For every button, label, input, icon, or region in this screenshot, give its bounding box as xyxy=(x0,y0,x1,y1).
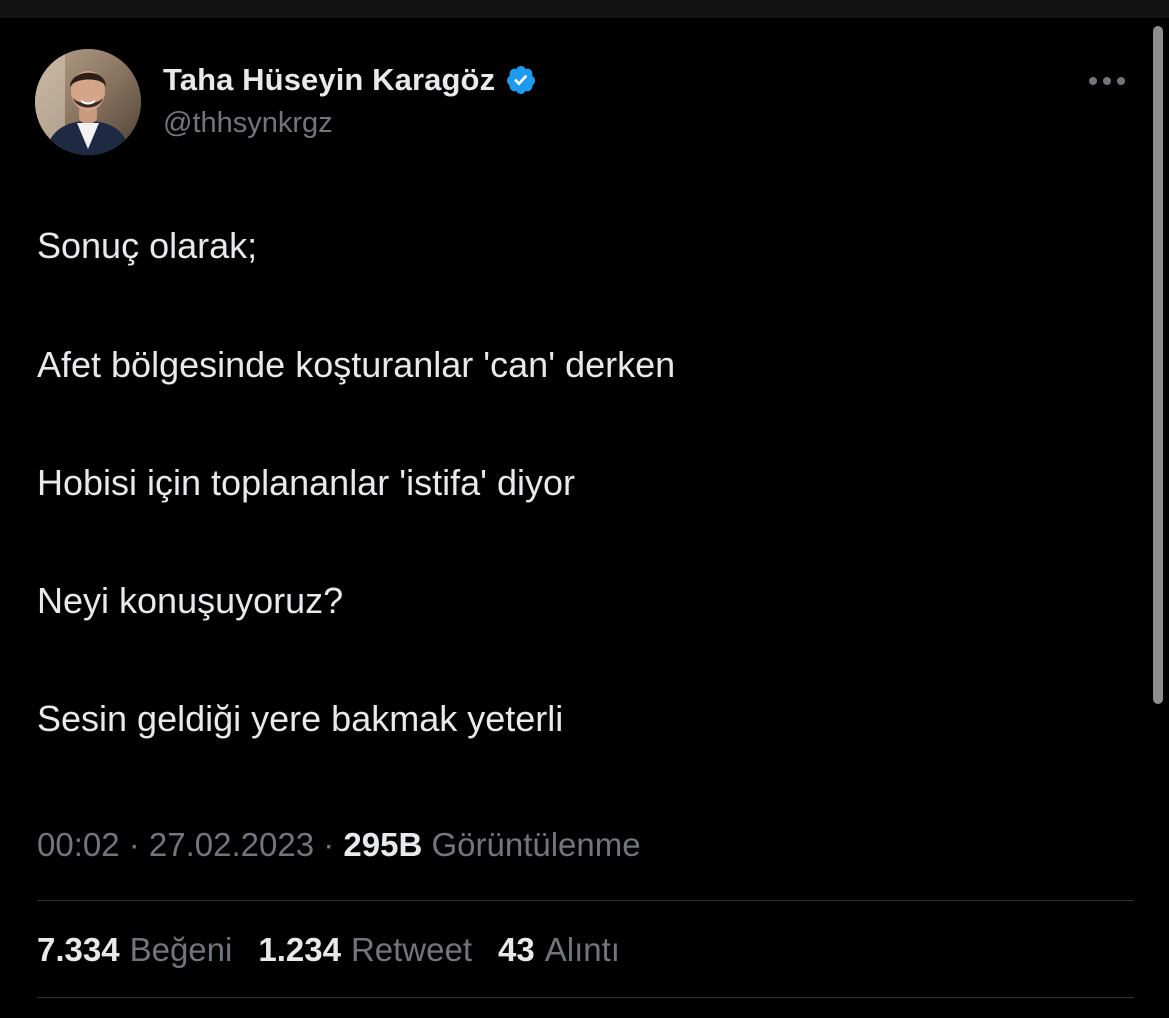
author-name-row: Taha Hüseyin Karagöz xyxy=(163,58,537,102)
likes-stat[interactable]: 7.334 Beğeni xyxy=(37,931,232,969)
likes-label: Beğeni xyxy=(129,931,233,968)
profile-photo-icon xyxy=(35,49,141,155)
tweet-text-line: Neyi konuşuyoruz? xyxy=(37,580,344,621)
meta-separator: · xyxy=(119,826,149,863)
scrollbar[interactable] xyxy=(1153,26,1163,704)
retweets-label: Retweet xyxy=(350,931,473,968)
views-label: Görüntülenme xyxy=(431,826,641,863)
meta-separator: · xyxy=(314,826,344,863)
retweets-count: 1.234 xyxy=(258,931,341,968)
tweet-text-line: Afet bölgesinde koşturanlar 'can' derken xyxy=(37,344,676,385)
tweet-text-line: Hobisi için toplananlar 'istifa' diyor xyxy=(37,462,575,503)
divider xyxy=(37,997,1134,998)
tweet-text-line: Sesin geldiği yere bakmak yeterli xyxy=(37,698,564,739)
tweet-text-line: Sonuç olarak; xyxy=(37,225,258,266)
views-count: 295B xyxy=(343,826,423,863)
author-avatar[interactable] xyxy=(35,49,141,155)
retweets-stat[interactable]: 1.234 Retweet xyxy=(258,931,472,969)
author-handle[interactable]: @thhsynkrgz xyxy=(163,107,333,140)
more-options-icon[interactable] xyxy=(1082,66,1132,96)
more-dot xyxy=(1089,77,1097,85)
author-display-name[interactable]: Taha Hüseyin Karagöz xyxy=(163,62,495,98)
quotes-count: 43 xyxy=(498,931,535,968)
likes-count: 7.334 xyxy=(37,931,120,968)
tweet-time[interactable]: 00:02 xyxy=(37,826,120,863)
tweet-detail: Taha Hüseyin Karagöz @thhsynkrgz Sonuç o… xyxy=(0,0,1150,1018)
divider xyxy=(37,900,1134,901)
tweet-date[interactable]: 27.02.2023 xyxy=(149,826,314,863)
engagement-stats: 7.334 Beğeni 1.234 Retweet 43 Alıntı xyxy=(37,928,646,972)
tweet-meta: 00:02 · 27.02.2023 · 295B Görüntülenme xyxy=(37,824,641,866)
more-dot xyxy=(1103,77,1111,85)
more-dot xyxy=(1117,77,1125,85)
quotes-stat[interactable]: 43 Alıntı xyxy=(498,931,620,969)
verified-badge-icon[interactable] xyxy=(505,64,537,96)
quotes-label: Alıntı xyxy=(544,931,620,968)
